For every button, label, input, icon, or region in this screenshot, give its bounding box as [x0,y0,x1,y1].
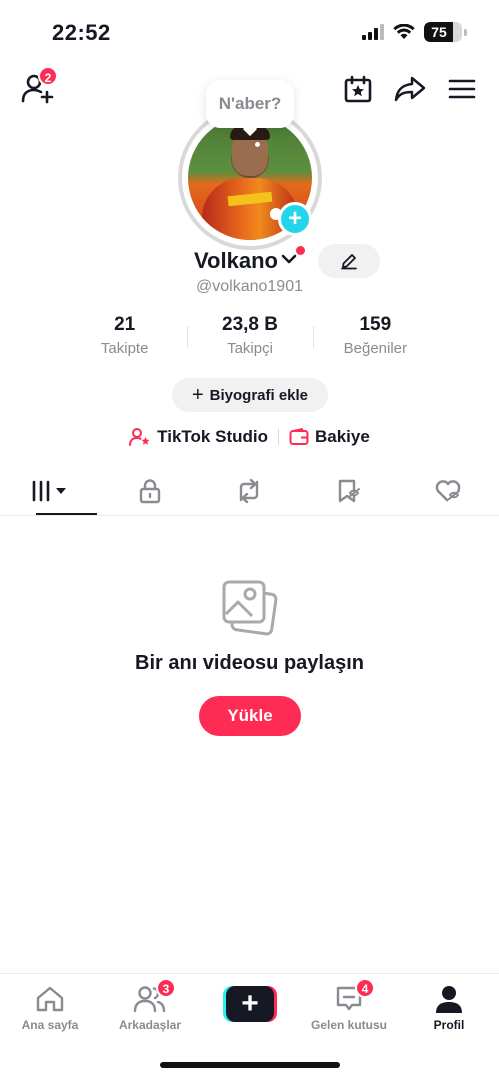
home-icon [36,986,64,1012]
balance-label: Bakiye [315,427,370,446]
profile-tabs [0,466,499,516]
tab-favorites[interactable] [299,466,399,515]
profile-links: TikTok Studio Bakiye [0,424,499,450]
nav-inbox[interactable]: 4 Gelen kutusu [299,978,399,1032]
stat-likes[interactable]: 159 Beğeniler [312,314,438,364]
link-divider [278,429,279,445]
battery-percent: 75 [431,24,447,40]
wallet-icon [289,428,309,445]
chevron-down-icon[interactable] [280,250,298,268]
add-bio-label: Biyografi ekle [209,386,309,404]
status-icons: 75 [362,22,467,42]
repost-icon [240,478,259,503]
username[interactable]: Volkano [194,248,278,274]
stat-label: Takipçi [227,340,273,357]
stat-value: 23,8 B [222,314,278,335]
nav-inbox-label: Gelen kutusu [310,1018,387,1032]
tab-videos[interactable] [0,466,100,515]
nav-profile[interactable]: Profil [399,982,499,1032]
stat-value: 21 [114,314,136,335]
stat-value: 159 [359,314,392,335]
stat-followers[interactable]: 23,8 B Takipçi [187,314,312,364]
edit-profile-button[interactable] [318,244,380,278]
status-bar: 22:52 75 [0,0,499,64]
calendar-star-icon [344,75,372,103]
nav-home[interactable]: Ana sayfa [0,982,100,1032]
photos-icon [222,580,278,636]
stat-label: Takipte [100,340,149,357]
create-button[interactable]: + [223,986,277,1022]
plus-icon: + [191,384,204,406]
nav-friends-badge: 3 [156,978,176,998]
name-row: Volkano [0,244,499,280]
grid-columns-icon [32,480,66,501]
nav-friends[interactable]: 3 Arkadaşlar [100,978,200,1032]
avatar-add-button[interactable]: + [278,202,312,236]
tiktok-studio-label: TikTok Studio [157,427,268,446]
status-time: 22:52 [52,20,111,45]
share-button[interactable] [393,72,427,106]
nav-profile-label: Profil [433,1018,465,1032]
profile-stats: 21 Takipte 23,8 B Takipçi 159 Beğeniler [62,314,438,364]
stat-label: Beğeniler [343,340,408,357]
person-star-icon [129,428,150,446]
profile-handle: @volkano1901 [196,278,303,295]
hamburger-menu-icon [448,79,476,99]
tab-reposts[interactable] [200,466,300,515]
profile-icon [436,986,462,1013]
add-friends-badge: 2 [38,66,58,86]
note-bubble[interactable]: N'aber? [206,80,294,128]
wifi-icon [393,24,415,39]
note-bubble-dot [255,142,260,147]
pencil-icon [341,254,357,270]
nav-friends-label: Arkadaşlar [118,1018,182,1032]
lock-icon [139,478,160,503]
tiktok-studio-link[interactable]: TikTok Studio [129,427,268,447]
upload-button[interactable]: Yükle [199,696,301,736]
home-indicator [160,1062,340,1068]
heart-hidden-icon [435,479,461,502]
tab-liked[interactable] [399,466,499,515]
nav-inbox-badge: 4 [355,978,375,998]
add-bio-button[interactable]: + Biyografi ekle [172,378,328,412]
plus-icon: + [226,986,274,1022]
share-arrow-icon [394,76,426,102]
calendar-button[interactable] [341,72,375,106]
stat-following[interactable]: 21 Takipte [62,314,187,364]
battery-icon: 75 [424,22,462,42]
bookmark-hidden-icon [339,479,361,502]
battery-cap [464,28,467,36]
notification-dot [296,246,305,255]
signal-icon [362,24,384,40]
menu-button[interactable] [445,72,479,106]
top-actions [341,72,479,106]
balance-link[interactable]: Bakiye [289,427,370,447]
nav-home-label: Ana sayfa [21,1018,79,1032]
empty-state-title: Bir anı videosu paylaşın [135,652,364,674]
tab-private[interactable] [100,466,200,515]
